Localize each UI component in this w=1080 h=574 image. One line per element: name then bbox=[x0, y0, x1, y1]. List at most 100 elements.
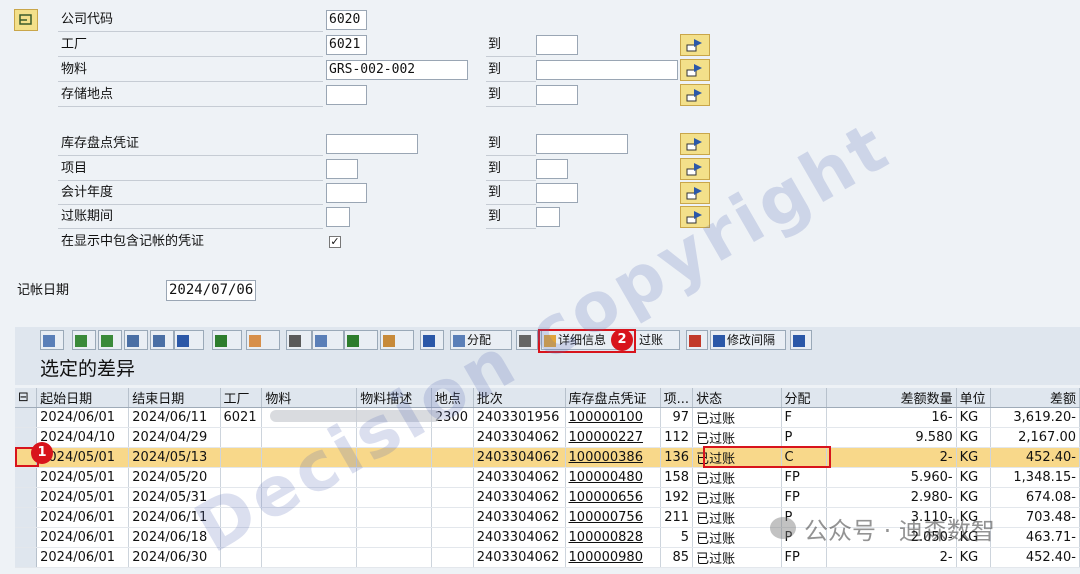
row-selector[interactable] bbox=[15, 467, 38, 488]
table-row[interactable]: 2024/05/01 2024/05/20 2403304062 100000480 1… bbox=[15, 467, 1080, 488]
cell-item: 158 bbox=[660, 467, 694, 488]
subtotal-icon bbox=[249, 334, 261, 347]
cell-diff-amount: 674.08- bbox=[990, 487, 1080, 508]
cell-inventory-doc[interactable]: 100000386 bbox=[565, 447, 661, 468]
cancel-button[interactable] bbox=[686, 330, 708, 350]
row-selector[interactable] bbox=[15, 487, 38, 508]
cell-distribution: FP bbox=[781, 487, 827, 508]
row-selector[interactable] bbox=[15, 547, 38, 568]
cell-end-date: 2024/06/11 bbox=[128, 407, 221, 428]
posting-period-from-field[interactable] bbox=[326, 207, 350, 227]
layout-menu-icon[interactable]: ⊟ bbox=[15, 388, 38, 408]
column-header-end-date[interactable]: 结束日期 bbox=[128, 388, 221, 408]
arrow-right-icon bbox=[686, 39, 702, 52]
column-header-distribution[interactable]: 分配 bbox=[781, 388, 827, 408]
sort-descending-button[interactable] bbox=[98, 330, 122, 350]
cell-unit: KG bbox=[956, 487, 992, 508]
row-selector[interactable] bbox=[15, 527, 38, 548]
cell-inventory-doc[interactable]: 100000656 bbox=[565, 487, 661, 508]
cell-item: 211 bbox=[660, 507, 694, 528]
storage-location-from-field[interactable] bbox=[326, 85, 367, 105]
cell-inventory-doc[interactable]: 100000980 bbox=[565, 547, 661, 568]
cell-location bbox=[431, 507, 474, 528]
layout-button[interactable] bbox=[380, 330, 414, 350]
column-header-item[interactable]: 项... bbox=[660, 388, 694, 408]
table-row[interactable]: 2024/05/01 2024/05/31 2403304062 100000656 1… bbox=[15, 487, 1080, 508]
filter-button[interactable] bbox=[174, 330, 204, 350]
arrow-right-icon bbox=[686, 89, 702, 102]
item-from-field[interactable] bbox=[326, 159, 358, 179]
inventory-doc-to-field[interactable] bbox=[536, 134, 628, 154]
material-from-field[interactable]: GRS-002-002 bbox=[326, 60, 468, 80]
column-header-diff-qty[interactable]: 差额数量 bbox=[826, 388, 957, 408]
plant-label: 工厂 bbox=[58, 34, 323, 57]
company-code-field[interactable]: 6020 bbox=[326, 10, 367, 30]
column-header-diff-amount[interactable]: 差额 bbox=[990, 388, 1080, 408]
storage-location-multiple-selection-button[interactable] bbox=[680, 84, 710, 106]
change-interval-icon bbox=[713, 334, 725, 347]
total-button[interactable] bbox=[212, 330, 242, 350]
sort-ascending-button[interactable] bbox=[72, 330, 96, 350]
column-header-plant[interactable]: 工厂 bbox=[220, 388, 263, 408]
select-all-button[interactable] bbox=[40, 330, 64, 350]
cell-diff-amount: 703.48- bbox=[990, 507, 1080, 528]
find-next-button[interactable] bbox=[150, 330, 174, 350]
cell-inventory-doc[interactable]: 100000227 bbox=[565, 427, 661, 448]
cell-batch: 2403304062 bbox=[473, 547, 566, 568]
cell-item: 136 bbox=[660, 447, 694, 468]
column-header-unit[interactable]: 单位 bbox=[956, 388, 992, 408]
storage-location-to-field[interactable] bbox=[536, 85, 578, 105]
refresh-button[interactable] bbox=[790, 330, 812, 350]
cell-diff-amount: 3,619.20- bbox=[990, 407, 1080, 428]
print-button[interactable] bbox=[286, 330, 312, 350]
posting-period-to-field[interactable] bbox=[536, 207, 560, 227]
execute-icon[interactable] bbox=[14, 9, 38, 31]
row-selector[interactable] bbox=[15, 407, 38, 428]
annotation-badge-1: 1 bbox=[31, 442, 53, 464]
item-to-label: 到 bbox=[486, 158, 536, 181]
inventory-doc-from-field[interactable] bbox=[326, 134, 418, 154]
include-posted-docs-checkbox[interactable]: ✓ bbox=[329, 236, 341, 248]
cell-plant bbox=[220, 427, 263, 448]
fiscal-year-from-field[interactable] bbox=[326, 183, 367, 203]
posting-date-field[interactable]: 2024/07/06 bbox=[166, 280, 256, 301]
cell-inventory-doc[interactable]: 100000756 bbox=[565, 507, 661, 528]
cell-inventory-doc[interactable]: 100000480 bbox=[565, 467, 661, 488]
cell-unit: KG bbox=[956, 447, 992, 468]
column-header-inventory-doc[interactable]: 库存盘点凭证 bbox=[565, 388, 661, 408]
plant-from-field[interactable]: 6021 bbox=[326, 35, 367, 55]
row-selector[interactable] bbox=[15, 507, 38, 528]
column-header-start-date[interactable]: 起始日期 bbox=[36, 388, 130, 408]
cell-start-date: 2024/05/01 bbox=[36, 467, 130, 488]
cell-location bbox=[431, 527, 474, 548]
column-header-status[interactable]: 状态 bbox=[692, 388, 782, 408]
cell-inventory-doc[interactable]: 100000828 bbox=[565, 527, 661, 548]
cell-distribution: FP bbox=[781, 547, 827, 568]
table-row[interactable]: 2024/05/01 2024/05/13 2403304062 100000386 1… bbox=[15, 447, 1080, 468]
table-row[interactable]: 2024/06/01 2024/06/11 6021 2300 2403301956 10… bbox=[15, 407, 1080, 428]
item-to-field[interactable] bbox=[536, 159, 568, 179]
post-button[interactable]: 过账 bbox=[634, 330, 680, 350]
views-button[interactable] bbox=[312, 330, 344, 350]
cell-inventory-doc[interactable]: 100000100 bbox=[565, 407, 661, 428]
material-to-field[interactable] bbox=[536, 60, 678, 80]
inventory-doc-multiple-selection-button[interactable] bbox=[680, 133, 710, 155]
find-button[interactable] bbox=[124, 330, 148, 350]
fiscal-year-to-field[interactable] bbox=[536, 183, 578, 203]
cell-status: 已过账 bbox=[692, 527, 782, 548]
plant-multiple-selection-button[interactable] bbox=[680, 34, 710, 56]
material-multiple-selection-button[interactable] bbox=[680, 59, 710, 81]
column-header-material[interactable]: 物料 bbox=[261, 388, 358, 408]
wechat-account-watermark: 公众号 · 迪森数智 bbox=[770, 513, 995, 545]
info-button[interactable] bbox=[420, 330, 444, 350]
table-row[interactable]: 2024/06/01 2024/06/30 2403304062 100000980 8… bbox=[15, 547, 1080, 568]
table-row[interactable]: 2024/04/10 2024/04/29 2403304062 100000227 1… bbox=[15, 427, 1080, 448]
subtotal-button[interactable] bbox=[246, 330, 280, 350]
change-interval-button[interactable]: 修改间隔 bbox=[710, 330, 786, 350]
export-button[interactable] bbox=[344, 330, 378, 350]
cell-status: 已过账 bbox=[692, 487, 782, 508]
plant-to-field[interactable] bbox=[536, 35, 578, 55]
item-multiple-selection-button[interactable] bbox=[680, 158, 710, 180]
cell-start-date: 2024/06/01 bbox=[36, 507, 130, 528]
cell-status: 已过账 bbox=[692, 427, 782, 448]
